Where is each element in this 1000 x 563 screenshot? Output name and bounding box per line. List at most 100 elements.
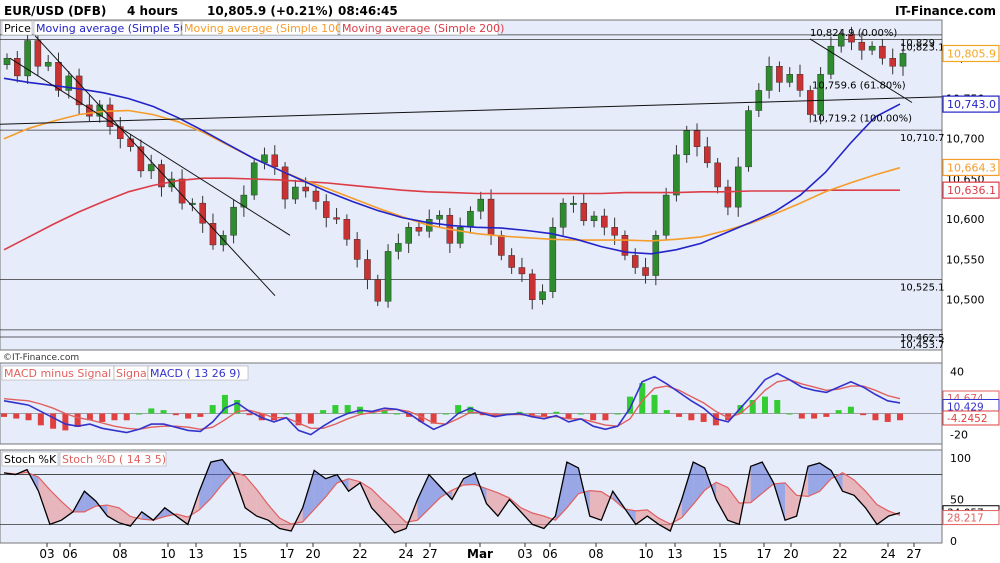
macd-hist-bar-negative — [197, 413, 204, 417]
candle-down — [858, 41, 866, 51]
candle-up — [3, 58, 11, 65]
price-level-label: 10,759.6 (61.80%) — [812, 81, 906, 92]
macd-legend-entry: Signal — [116, 367, 150, 380]
price-panel — [0, 19, 943, 351]
price-value-badge-text: 10,743.0 — [947, 98, 996, 111]
stoch-y-tick: 50 — [950, 493, 964, 506]
macd-hist-bar-negative — [123, 413, 130, 421]
candle-down — [353, 239, 361, 260]
macd-hist-bar-negative — [13, 413, 20, 419]
candle-up — [590, 215, 598, 222]
candle-up — [734, 166, 742, 208]
price-y-tick: 10,500 — [946, 294, 985, 307]
candle-down — [807, 90, 814, 115]
macd-hist-bar-negative — [1, 413, 7, 417]
macd-hist-bar-positive — [136, 413, 143, 415]
x-tick-label: 17 — [756, 547, 771, 561]
macd-hist-bar-negative — [676, 413, 683, 417]
price-value-badge-text: 10,664.3 — [947, 161, 996, 174]
candle-down — [889, 58, 896, 67]
macd-y-tick: 40 — [950, 365, 964, 378]
x-tick-label: 13 — [667, 547, 682, 561]
macd-value-badge-text: -4.2452 — [947, 413, 988, 425]
x-tick-label: 08 — [112, 547, 127, 561]
macd-hist-bar-negative — [185, 413, 192, 419]
x-tick-label: 06 — [542, 547, 557, 561]
macd-hist-bar-negative — [172, 413, 179, 416]
timeframe-label: 4 hours — [127, 4, 178, 18]
macd-y-tick: -20 — [950, 429, 968, 442]
candle-down — [302, 186, 309, 192]
candle-down — [415, 227, 423, 232]
candle-up — [765, 66, 773, 91]
candle-up — [405, 227, 412, 244]
x-tick-label: 03 — [39, 547, 54, 561]
x-tick-label: 15 — [712, 547, 727, 561]
price-value-badge-text: 10,636.1 — [947, 184, 996, 197]
price-change-label: 10,805.9 (+0.21%) — [207, 4, 333, 18]
macd-hist-bar-positive — [577, 413, 584, 415]
macd-hist-bar-negative — [884, 413, 891, 422]
candle-down — [364, 259, 371, 280]
macd-hist-bar-positive — [332, 405, 339, 414]
candle-up — [384, 251, 392, 302]
x-tick-label: 27 — [422, 547, 437, 561]
macd-hist-bar-positive — [774, 399, 781, 414]
price-level-label: 10,824.9 (0.00%) — [810, 28, 897, 39]
macd-hist-bar-positive — [651, 394, 658, 414]
macd-hist-bar-negative — [700, 413, 707, 422]
candle-down — [323, 201, 330, 218]
x-tick-label: 24 — [880, 547, 895, 561]
candle-up — [662, 194, 670, 236]
candle-up — [899, 53, 907, 67]
candle-down — [528, 273, 536, 300]
price-level-label: 10,710.7 — [900, 133, 945, 144]
stoch-legend-entry: Stoch %K — [4, 453, 57, 466]
macd-hist-bar-negative — [37, 413, 44, 426]
x-tick-label: Mar — [467, 547, 493, 561]
candle-down — [776, 66, 783, 83]
candle-up — [868, 45, 876, 51]
macd-hist-bar-negative — [111, 413, 118, 421]
macd-hist-bar-negative — [25, 413, 32, 421]
candle-up — [467, 210, 474, 228]
macd-hist-bar-negative — [602, 413, 609, 421]
candle-up — [539, 291, 546, 300]
candle-up — [745, 110, 752, 168]
x-tick-label: 24 — [398, 547, 413, 561]
price-level-label: 10,719.2 (100.00%) — [812, 113, 912, 124]
candle-down — [704, 146, 711, 164]
macd-hist-bar-positive — [835, 410, 842, 414]
macd-hist-bar-negative — [74, 413, 81, 428]
x-tick-label: 10 — [638, 547, 653, 561]
macd-hist-bar-positive — [148, 408, 155, 414]
candle-down — [312, 190, 320, 202]
candle-down — [611, 227, 618, 236]
macd-hist-bar-positive — [283, 413, 290, 415]
candle-up — [683, 130, 690, 156]
candle-down — [508, 255, 515, 268]
stoch-fill — [808, 462, 820, 497]
macd-hist-bar-negative — [307, 413, 314, 424]
candle-up — [436, 214, 443, 220]
macd-hist-bar-negative — [62, 413, 69, 431]
macd-hist-bar-negative — [897, 413, 903, 421]
candle-up — [477, 198, 485, 212]
x-tick-label: 08 — [588, 547, 603, 561]
candle-down — [724, 186, 732, 208]
macd-hist-bar-negative — [823, 413, 830, 417]
x-tick-label: 15 — [232, 547, 247, 561]
legend-entry: Moving average (Simple 200) — [342, 22, 504, 35]
macd-hist-bar-positive — [761, 396, 768, 414]
trading-chart: EUR/USD (DFB) 4 hours 10,805.9 (+0.21%) … — [0, 0, 1000, 561]
candle-down — [693, 130, 701, 147]
candle-up — [559, 202, 567, 228]
macd-legend-entry: MACD ( 13 26 9) — [150, 367, 241, 380]
price-level-label: 10,823.1 — [900, 43, 945, 54]
price-level-label: 10,525.1 — [900, 282, 945, 293]
time-label: 08:46:45 — [338, 4, 398, 18]
candle-down — [601, 215, 608, 228]
price-level-label: 10,453.7 — [900, 340, 945, 351]
candle-up — [395, 243, 402, 252]
price-y-tick: 10,550 — [946, 253, 985, 266]
